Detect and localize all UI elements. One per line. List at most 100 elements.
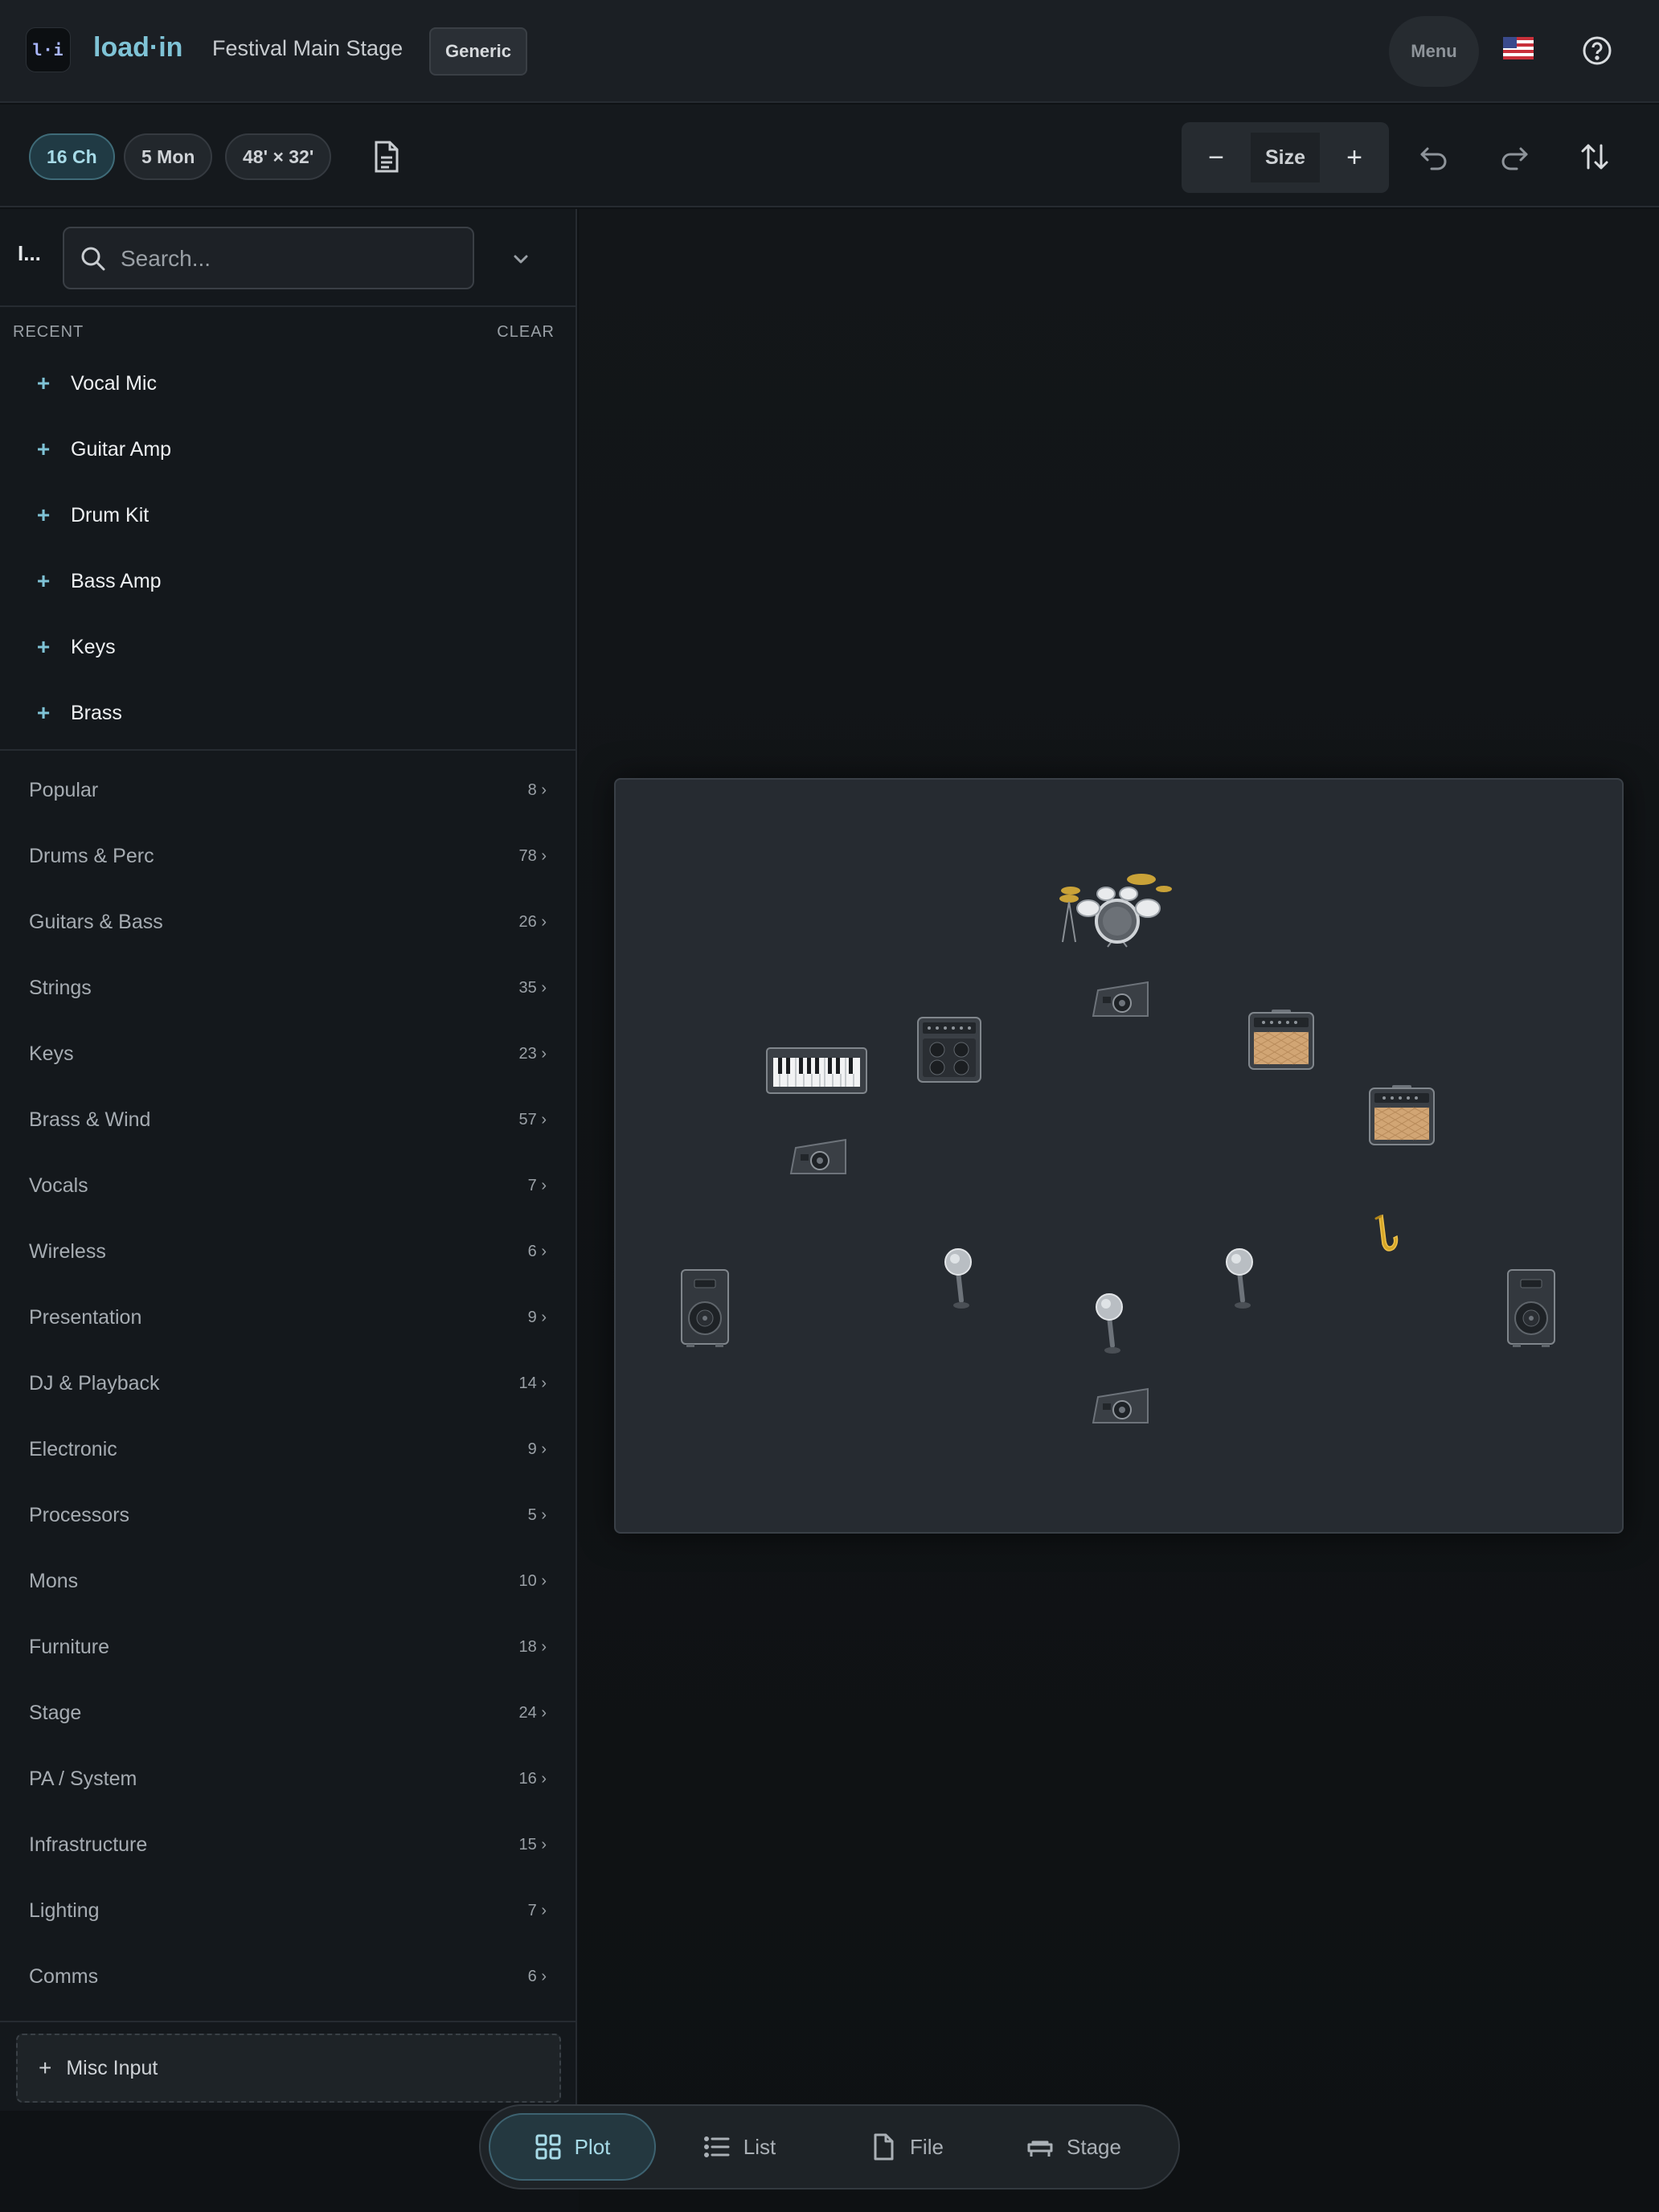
recent-item-label: Bass Amp <box>71 569 162 592</box>
keyboard-icon[interactable] <box>765 1047 868 1095</box>
category-item[interactable]: Electronic 9 › <box>0 1416 576 1482</box>
category-item[interactable]: Vocals 7 › <box>0 1153 576 1219</box>
pa-speaker-icon[interactable] <box>680 1268 730 1349</box>
guitar-amp-icon[interactable] <box>1368 1085 1436 1146</box>
category-item[interactable]: Brass & Wind 57 › <box>0 1087 576 1153</box>
category-item[interactable]: Mons 10 › <box>0 1548 576 1614</box>
category-item[interactable]: Processors 5 › <box>0 1482 576 1548</box>
monitor-wedge-icon[interactable] <box>1090 979 1151 1019</box>
category-item[interactable]: Guitars & Bass 26 › <box>0 889 576 955</box>
category-label: Vocals <box>29 1174 88 1197</box>
tab-file[interactable]: File <box>823 2113 990 2181</box>
vocal-mic-icon[interactable] <box>1093 1289 1130 1357</box>
category-item[interactable]: Keys 23 › <box>0 1021 576 1087</box>
misc-input-button[interactable]: + Misc Input <box>16 2034 561 2103</box>
recent-item[interactable]: + Guitar Amp <box>0 416 576 482</box>
category-item[interactable]: Drums & Perc 78 › <box>0 823 576 889</box>
category-item[interactable]: DJ & Playback 14 › <box>0 1350 576 1416</box>
category-label: Popular <box>29 778 99 801</box>
tab-plot[interactable]: Plot <box>489 2113 656 2181</box>
plus-icon: + <box>36 634 51 659</box>
project-title[interactable]: Festival Main Stage <box>212 36 403 61</box>
category-item[interactable]: Infrastructure 15 › <box>0 1812 576 1878</box>
category-count: 8 › <box>527 780 547 799</box>
template-badge[interactable]: Generic <box>429 27 527 76</box>
category-item[interactable]: Wireless 6 › <box>0 1219 576 1284</box>
chevron-down-icon[interactable] <box>510 248 532 270</box>
recent-item-label: Keys <box>71 635 116 658</box>
undo-icon[interactable] <box>1418 141 1450 173</box>
category-count: 5 › <box>527 1505 547 1524</box>
clear-recent-button[interactable]: CLEAR <box>497 323 555 342</box>
category-count: 35 › <box>518 978 547 997</box>
stage-size-pill[interactable]: 48' × 32' <box>225 133 332 180</box>
category-label: PA / System <box>29 1767 137 1790</box>
category-label: DJ & Playback <box>29 1371 160 1395</box>
grid-icon <box>535 2134 561 2160</box>
recent-heading: RECENT <box>13 323 84 341</box>
plus-icon: + <box>39 2055 52 2080</box>
tab-label: File <box>910 2134 944 2159</box>
stage-icon <box>1027 2140 1053 2157</box>
library-label[interactable]: I... <box>18 241 41 266</box>
category-count: 6 › <box>527 1242 547 1260</box>
recent-item[interactable]: + Drum Kit <box>0 482 576 548</box>
category-item[interactable]: PA / System 16 › <box>0 1746 576 1812</box>
size-decrease-button[interactable]: − <box>1182 122 1251 193</box>
category-item[interactable]: Comms 6 › <box>0 1944 576 2009</box>
category-label: Furniture <box>29 1635 110 1658</box>
guitar-amp-icon[interactable] <box>1247 1010 1315 1071</box>
channels-pill[interactable]: 16 Ch <box>29 133 115 180</box>
category-item[interactable]: Lighting 7 › <box>0 1878 576 1944</box>
swap-vertical-icon[interactable] <box>1579 141 1611 173</box>
category-count: 14 › <box>518 1374 547 1392</box>
stage-plot-area[interactable] <box>614 778 1624 1534</box>
tab-label: Plot <box>574 2134 611 2159</box>
recent-item-label: Brass <box>71 701 122 724</box>
recent-item[interactable]: + Keys <box>0 614 576 680</box>
divider <box>0 749 577 751</box>
category-item[interactable]: Strings 35 › <box>0 955 576 1021</box>
brand-name[interactable]: load·in <box>93 32 182 63</box>
bass-amp-icon[interactable] <box>916 1016 982 1083</box>
monitor-wedge-icon[interactable] <box>788 1137 849 1177</box>
recent-item[interactable]: + Vocal Mic <box>0 350 576 416</box>
recent-item[interactable]: + Brass <box>0 680 576 746</box>
size-increase-button[interactable]: + <box>1320 122 1389 193</box>
category-label: Brass & Wind <box>29 1108 151 1131</box>
app-logo[interactable]: l·i <box>26 27 71 72</box>
category-item[interactable]: Popular 8 › <box>0 757 576 823</box>
pa-speaker-icon[interactable] <box>1506 1268 1556 1349</box>
category-item[interactable]: Presentation 9 › <box>0 1284 576 1350</box>
redo-icon[interactable] <box>1498 141 1530 173</box>
list-icon <box>703 2136 730 2157</box>
monitors-pill[interactable]: 5 Mon <box>124 133 213 180</box>
us-flag-icon[interactable] <box>1503 37 1534 59</box>
tab-stage[interactable]: Stage <box>990 2113 1157 2181</box>
divider <box>0 305 577 307</box>
category-item[interactable]: Furniture 18 › <box>0 1614 576 1680</box>
category-count: 6 › <box>527 1967 547 1985</box>
plus-icon: + <box>36 700 51 725</box>
plus-icon: + <box>36 436 51 461</box>
vocal-mic-icon[interactable] <box>942 1244 979 1312</box>
search-input[interactable] <box>121 240 458 278</box>
plus-icon: + <box>36 568 51 593</box>
category-count: 9 › <box>527 1308 547 1326</box>
tab-list[interactable]: List <box>656 2113 823 2181</box>
vocal-mic-icon[interactable] <box>1223 1244 1260 1312</box>
help-circle-icon[interactable] <box>1582 35 1612 66</box>
category-label: Lighting <box>29 1899 100 1922</box>
monitor-wedge-icon[interactable] <box>1090 1386 1151 1426</box>
drum-kit-icon[interactable] <box>1053 870 1182 950</box>
category-label: Keys <box>29 1042 74 1065</box>
menu-button[interactable]: Menu <box>1389 16 1479 87</box>
document-icon[interactable] <box>371 140 402 174</box>
category-item[interactable]: Stage 24 › <box>0 1680 576 1746</box>
saxophone-icon[interactable] <box>1371 1214 1400 1254</box>
category-label: Infrastructure <box>29 1833 148 1856</box>
recent-item-label: Guitar Amp <box>71 437 172 461</box>
app-header: l·i load·in Festival Main Stage Generic … <box>0 0 1659 103</box>
recent-item[interactable]: + Bass Amp <box>0 548 576 614</box>
category-label: Guitars & Bass <box>29 910 163 933</box>
